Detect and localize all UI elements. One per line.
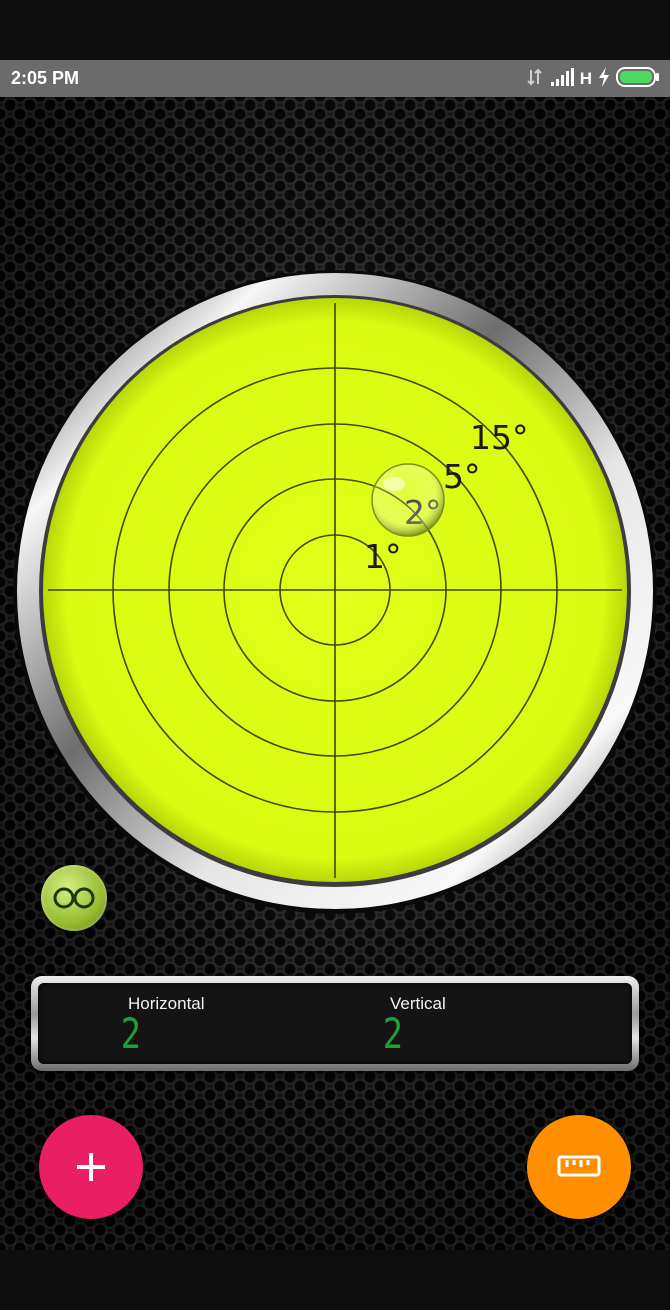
bubble-level-gauge: 1° 2° 5° 15° — [13, 270, 657, 914]
data-transfer-icon — [526, 68, 544, 91]
readout-screen: Horizontal 2 Vertical 2 — [38, 983, 632, 1064]
lock-level-button[interactable] — [41, 865, 107, 931]
status-icons: H — [526, 66, 660, 92]
network-type: H — [579, 69, 592, 88]
charging-icon — [598, 66, 610, 92]
vertical-value: 2 — [382, 1009, 405, 1058]
battery-icon — [616, 66, 660, 92]
ring-label-15: 15° — [470, 418, 529, 457]
status-time: 2:05 PM — [11, 68, 80, 88]
measure-button[interactable] — [527, 1115, 631, 1219]
signal-icon — [550, 67, 574, 91]
ring-label-1: 1° — [364, 537, 402, 576]
navigation-bar-area — [0, 1250, 670, 1310]
level-bubble — [371, 463, 445, 537]
status-bar: 2:05 PM H — [0, 60, 670, 97]
horizontal-value: 2 — [120, 1009, 143, 1058]
add-button[interactable] — [39, 1115, 143, 1219]
ring-label-5: 5° — [443, 457, 481, 496]
top-system-area — [0, 0, 670, 60]
readout-panel: Horizontal 2 Vertical 2 — [31, 976, 639, 1071]
